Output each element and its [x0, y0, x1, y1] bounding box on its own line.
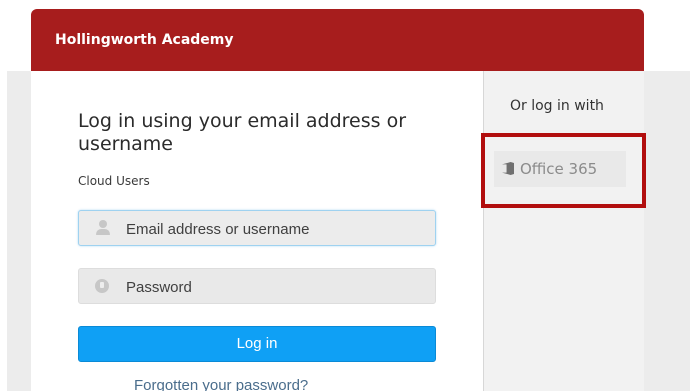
forgot-password-link[interactable]: Forgotten your password? [31, 377, 483, 391]
password-field[interactable]: Password [78, 268, 436, 304]
email-placeholder: Email address or username [126, 221, 310, 238]
login-button[interactable]: Log in [78, 326, 436, 362]
school-name: Hollingworth Academy [55, 32, 234, 48]
login-heading: Log in using your email address or usern… [78, 110, 407, 155]
alternate-login-title: Or log in with [510, 98, 604, 114]
alternate-login-panel: Or log in with Office 365 [483, 71, 644, 391]
office-365-label: Office 365 [520, 160, 598, 178]
password-placeholder: Password [126, 279, 192, 296]
login-page: Hollingworth Academy Log in using your e… [0, 0, 690, 391]
cloud-users-label: Cloud Users [78, 174, 150, 188]
login-panel: Log in using your email address or usern… [31, 71, 483, 391]
office-icon [502, 162, 514, 175]
card-header: Hollingworth Academy [31, 9, 644, 71]
office-365-button[interactable]: Office 365 [494, 151, 626, 187]
login-card: Hollingworth Academy Log in using your e… [31, 9, 644, 391]
email-field[interactable]: Email address or username [78, 210, 436, 246]
lock-icon [95, 279, 109, 293]
user-icon [96, 220, 110, 236]
